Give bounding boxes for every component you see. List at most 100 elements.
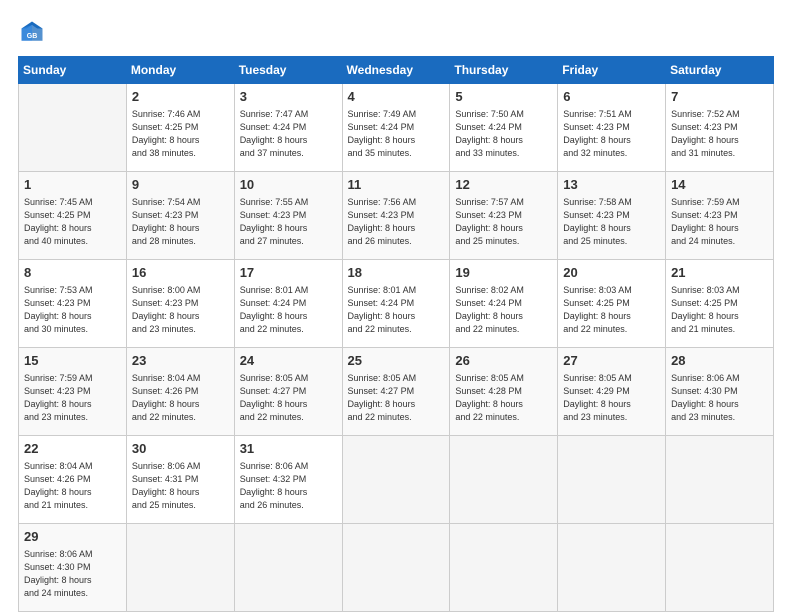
calendar-cell [558, 436, 666, 524]
week-row-3: 15 Sunrise: 7:59 AM Sunset: 4:23 PM Dayli… [19, 348, 774, 436]
day-number: 25 [348, 352, 445, 370]
day-info: Sunrise: 8:06 AM Sunset: 4:30 PM Dayligh… [671, 372, 768, 424]
calendar-cell: 19 Sunrise: 8:02 AM Sunset: 4:24 PM Dayli… [450, 260, 558, 348]
day-info: Sunrise: 8:00 AM Sunset: 4:23 PM Dayligh… [132, 284, 229, 336]
day-number: 7 [671, 88, 768, 106]
day-info: Sunrise: 8:02 AM Sunset: 4:24 PM Dayligh… [455, 284, 552, 336]
weekday-header-friday: Friday [558, 57, 666, 84]
day-number: 28 [671, 352, 768, 370]
day-number: 10 [240, 176, 337, 194]
calendar-cell: 23 Sunrise: 8:04 AM Sunset: 4:26 PM Dayli… [126, 348, 234, 436]
weekday-header-tuesday: Tuesday [234, 57, 342, 84]
day-number: 31 [240, 440, 337, 458]
calendar-cell: 21Sunrise: 8:03 AM Sunset: 4:25 PM Dayli… [666, 260, 774, 348]
svg-text:GB: GB [27, 33, 38, 40]
day-info: Sunrise: 7:49 AM Sunset: 4:24 PM Dayligh… [348, 108, 445, 160]
day-info: Sunrise: 8:05 AM Sunset: 4:27 PM Dayligh… [348, 372, 445, 424]
day-number: 26 [455, 352, 552, 370]
calendar-cell: 7 Sunrise: 7:52 AM Sunset: 4:23 PM Daylig… [666, 84, 774, 172]
week-row-1: 1 Sunrise: 7:45 AM Sunset: 4:25 PM Daylig… [19, 172, 774, 260]
day-info: Sunrise: 7:47 AM Sunset: 4:24 PM Dayligh… [240, 108, 337, 160]
day-info: Sunrise: 7:50 AM Sunset: 4:24 PM Dayligh… [455, 108, 552, 160]
calendar-cell [450, 436, 558, 524]
day-number: 12 [455, 176, 552, 194]
day-info: Sunrise: 7:52 AM Sunset: 4:23 PM Dayligh… [671, 108, 768, 160]
day-number: 4 [348, 88, 445, 106]
calendar-cell: 14 Sunrise: 7:59 AM Sunset: 4:23 PM Dayli… [666, 172, 774, 260]
calendar-cell: 31 Sunrise: 8:06 AM Sunset: 4:32 PM Dayli… [234, 436, 342, 524]
day-info: Sunrise: 8:01 AM Sunset: 4:24 PM Dayligh… [240, 284, 337, 336]
day-number: 3 [240, 88, 337, 106]
calendar-cell: 11Sunrise: 7:56 AM Sunset: 4:23 PM Dayli… [342, 172, 450, 260]
day-number: 23 [132, 352, 229, 370]
day-info: Sunrise: 7:46 AM Sunset: 4:25 PM Dayligh… [132, 108, 229, 160]
calendar-cell: 1 Sunrise: 7:45 AM Sunset: 4:25 PM Daylig… [19, 172, 127, 260]
day-number: 29 [24, 528, 121, 546]
calendar-cell [558, 524, 666, 612]
calendar-cell: 5 Sunrise: 7:50 AM Sunset: 4:24 PM Daylig… [450, 84, 558, 172]
day-number: 16 [132, 264, 229, 282]
calendar-cell: 25 Sunrise: 8:05 AM Sunset: 4:27 PM Dayli… [342, 348, 450, 436]
day-number: 1 [24, 176, 121, 194]
day-number: 30 [132, 440, 229, 458]
day-number: 13 [563, 176, 660, 194]
calendar-cell: 2 Sunrise: 7:46 AM Sunset: 4:25 PM Daylig… [126, 84, 234, 172]
day-number: 5 [455, 88, 552, 106]
day-info: Sunrise: 8:06 AM Sunset: 4:30 PM Dayligh… [24, 548, 121, 600]
day-info: Sunrise: 8:04 AM Sunset: 4:26 PM Dayligh… [132, 372, 229, 424]
day-info: Sunrise: 8:06 AM Sunset: 4:32 PM Dayligh… [240, 460, 337, 512]
day-info: Sunrise: 7:58 AM Sunset: 4:23 PM Dayligh… [563, 196, 660, 248]
weekday-header-saturday: Saturday [666, 57, 774, 84]
calendar-cell: 6Sunrise: 7:51 AM Sunset: 4:23 PM Daylig… [558, 84, 666, 172]
day-info: Sunrise: 8:01 AM Sunset: 4:24 PM Dayligh… [348, 284, 445, 336]
calendar-cell [342, 524, 450, 612]
calendar-cell: 4 Sunrise: 7:49 AM Sunset: 4:24 PM Daylig… [342, 84, 450, 172]
calendar-cell [234, 524, 342, 612]
calendar-cell: 27Sunrise: 8:05 AM Sunset: 4:29 PM Dayli… [558, 348, 666, 436]
calendar-table: SundayMondayTuesdayWednesdayThursdayFrid… [18, 56, 774, 612]
calendar-cell [666, 524, 774, 612]
weekday-header-row: SundayMondayTuesdayWednesdayThursdayFrid… [19, 57, 774, 84]
week-row-0: 2 Sunrise: 7:46 AM Sunset: 4:25 PM Daylig… [19, 84, 774, 172]
day-info: Sunrise: 8:03 AM Sunset: 4:25 PM Dayligh… [671, 284, 768, 336]
calendar-cell [666, 436, 774, 524]
day-number: 18 [348, 264, 445, 282]
weekday-header-wednesday: Wednesday [342, 57, 450, 84]
calendar-cell: 22Sunrise: 8:04 AM Sunset: 4:26 PM Dayli… [19, 436, 127, 524]
day-info: Sunrise: 7:54 AM Sunset: 4:23 PM Dayligh… [132, 196, 229, 248]
day-number: 20 [563, 264, 660, 282]
calendar-cell: 29 Sunrise: 8:06 AM Sunset: 4:30 PM Dayli… [19, 524, 127, 612]
day-info: Sunrise: 7:59 AM Sunset: 4:23 PM Dayligh… [24, 372, 121, 424]
day-number: 17 [240, 264, 337, 282]
day-number: 27 [563, 352, 660, 370]
header: GB [18, 18, 774, 46]
calendar-cell: 8 Sunrise: 7:53 AM Sunset: 4:23 PM Daylig… [19, 260, 127, 348]
weekday-header-monday: Monday [126, 57, 234, 84]
day-number: 11 [348, 176, 445, 194]
day-number: 19 [455, 264, 552, 282]
calendar-cell: 10Sunrise: 7:55 AM Sunset: 4:23 PM Dayli… [234, 172, 342, 260]
day-info: Sunrise: 7:51 AM Sunset: 4:23 PM Dayligh… [563, 108, 660, 160]
calendar-cell: 12Sunrise: 7:57 AM Sunset: 4:23 PM Dayli… [450, 172, 558, 260]
day-number: 14 [671, 176, 768, 194]
day-info: Sunrise: 8:06 AM Sunset: 4:31 PM Dayligh… [132, 460, 229, 512]
calendar-cell: 15 Sunrise: 7:59 AM Sunset: 4:23 PM Dayli… [19, 348, 127, 436]
day-number: 8 [24, 264, 121, 282]
calendar-cell: 17 Sunrise: 8:01 AM Sunset: 4:24 PM Dayli… [234, 260, 342, 348]
day-info: Sunrise: 7:53 AM Sunset: 4:23 PM Dayligh… [24, 284, 121, 336]
weekday-header-sunday: Sunday [19, 57, 127, 84]
week-row-4: 22Sunrise: 8:04 AM Sunset: 4:26 PM Dayli… [19, 436, 774, 524]
day-number: 2 [132, 88, 229, 106]
day-info: Sunrise: 8:05 AM Sunset: 4:27 PM Dayligh… [240, 372, 337, 424]
day-info: Sunrise: 7:59 AM Sunset: 4:23 PM Dayligh… [671, 196, 768, 248]
day-info: Sunrise: 8:05 AM Sunset: 4:28 PM Dayligh… [455, 372, 552, 424]
calendar-cell [126, 524, 234, 612]
day-number: 24 [240, 352, 337, 370]
day-number: 15 [24, 352, 121, 370]
day-info: Sunrise: 7:45 AM Sunset: 4:25 PM Dayligh… [24, 196, 121, 248]
calendar-cell: 9Sunrise: 7:54 AM Sunset: 4:23 PM Daylig… [126, 172, 234, 260]
calendar-cell: 26 Sunrise: 8:05 AM Sunset: 4:28 PM Dayli… [450, 348, 558, 436]
calendar-cell [342, 436, 450, 524]
calendar-cell: 18 Sunrise: 8:01 AM Sunset: 4:24 PM Dayli… [342, 260, 450, 348]
calendar-cell: 20Sunrise: 8:03 AM Sunset: 4:25 PM Dayli… [558, 260, 666, 348]
